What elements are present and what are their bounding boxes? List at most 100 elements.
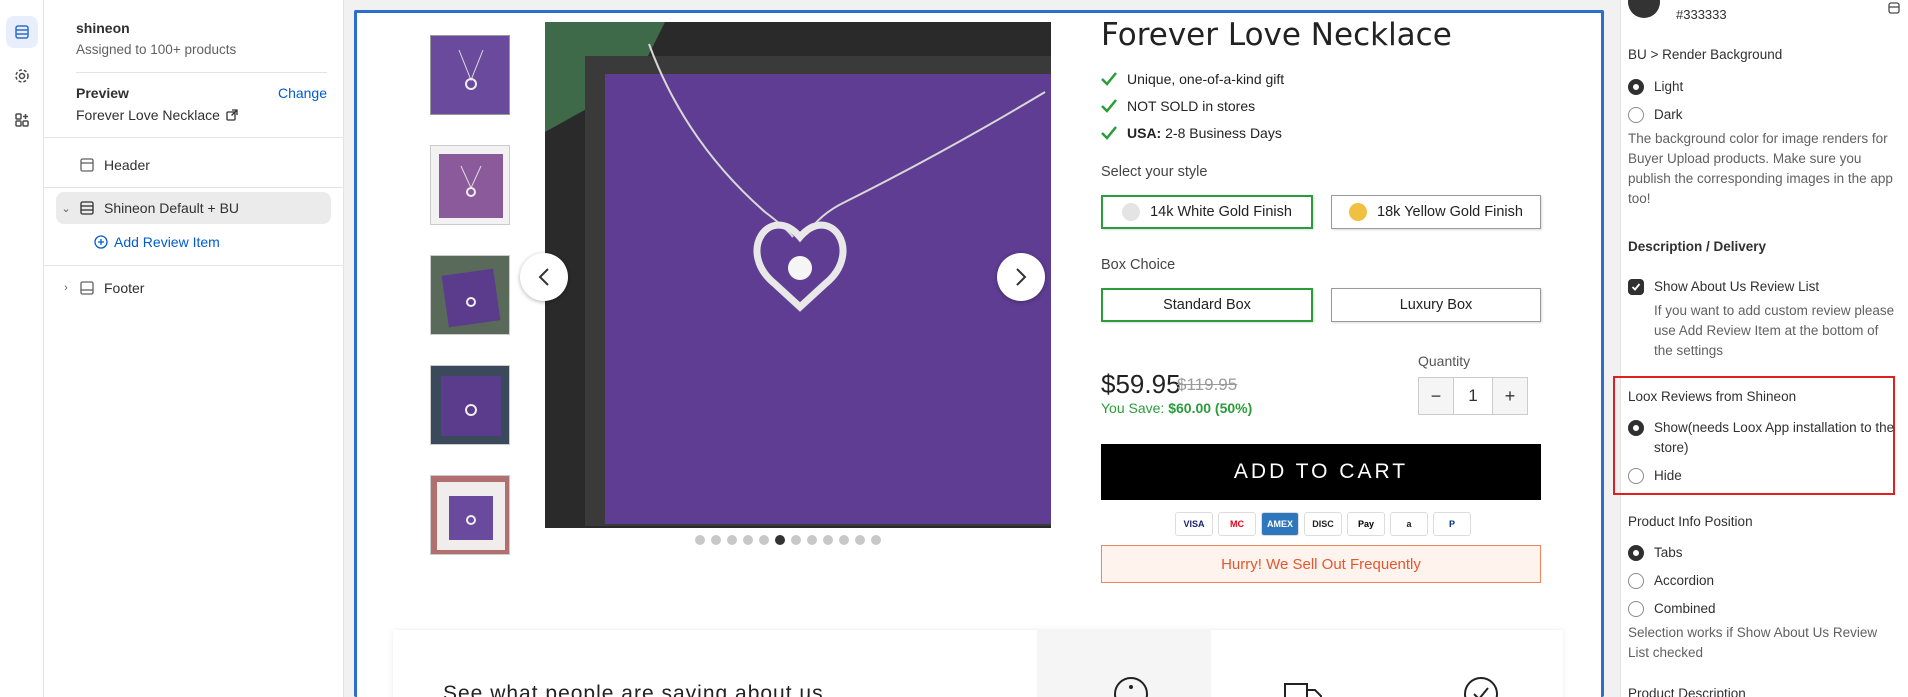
sidebar-item-label: Footer (104, 280, 145, 296)
product-thumbnail[interactable] (430, 365, 510, 445)
pagination-dot[interactable] (871, 535, 881, 545)
bullet-text: 2-8 Business Days (1161, 124, 1282, 141)
payment-method-icon: Pay (1347, 512, 1385, 536)
section-icon (76, 201, 98, 215)
bullet-item: NOT SOLD in stores (1101, 92, 1284, 119)
next-image-button[interactable] (997, 253, 1045, 301)
quantity-decrease-button[interactable]: − (1419, 378, 1453, 414)
sidebar-item-header[interactable]: Header (56, 149, 331, 181)
bullet-text: NOT SOLD in stores (1127, 97, 1256, 114)
apps-icon[interactable] (6, 104, 38, 136)
info-position-combined-radio[interactable]: Combined (1628, 599, 1716, 619)
info-position-accordion-radio[interactable]: Accordion (1628, 571, 1714, 591)
checkmark-icon (1101, 71, 1117, 86)
header-section-icon (76, 158, 98, 172)
radio-button[interactable] (1628, 468, 1644, 484)
sidebar-item-shineon-default[interactable]: ⌄ Shineon Default + BU (56, 192, 331, 224)
quantity-increase-button[interactable]: + (1493, 378, 1527, 414)
checkmark-icon (1101, 98, 1117, 113)
preview-label: Preview (76, 85, 129, 101)
product-thumbnail[interactable] (430, 35, 510, 115)
divider (44, 137, 343, 138)
app-block: shineon Assigned to 100+ products (76, 20, 236, 57)
pagination-dot[interactable] (759, 535, 769, 545)
render-bg-light-radio[interactable]: Light (1628, 77, 1683, 97)
radio-button[interactable] (1628, 545, 1644, 561)
previous-image-button[interactable] (520, 253, 568, 301)
show-about-us-checkbox[interactable]: Show About Us Review List (1628, 277, 1819, 297)
add-to-cart-button[interactable]: ADD TO CART (1101, 444, 1541, 500)
preview-product-name: Forever Love Necklace (76, 107, 220, 123)
box-option-luxury[interactable]: Luxury Box (1331, 288, 1541, 322)
quality-badge-icon (1464, 677, 1498, 697)
add-review-item-button[interactable]: Add Review Item (94, 234, 220, 250)
product-description-label: Product Description (1628, 686, 1746, 697)
checkbox[interactable] (1628, 279, 1644, 295)
bullet-item: USA: 2-8 Business Days (1101, 119, 1284, 146)
box-option-label: Standard Box (1163, 297, 1251, 313)
product-title: Forever Love Necklace (1101, 17, 1452, 53)
payment-icons: VISA MC AMEX DISC Pay a P (1175, 512, 1471, 536)
render-background-help: The background color for image renders f… (1628, 131, 1893, 206)
product-bullets: Unique, one-of-a-kind gift NOT SOLD in s… (1101, 65, 1284, 146)
pagination-dot[interactable] (727, 535, 737, 545)
add-review-item-label: Add Review Item (114, 234, 220, 250)
section-sidebar: shineon Assigned to 100+ products Previe… (44, 0, 344, 697)
color-picker-icon[interactable] (1888, 2, 1900, 14)
radio-button[interactable] (1628, 573, 1644, 589)
pagination-dot[interactable] (695, 535, 705, 545)
sidebar-item-label: Shineon Default + BU (104, 200, 240, 216)
delivery-truck-icon (1284, 683, 1322, 697)
pagination-dot[interactable] (823, 535, 833, 545)
pagination-dot[interactable] (855, 535, 865, 545)
quantity-stepper: − 1 + (1418, 377, 1528, 415)
style-option-white-gold[interactable]: 14k White Gold Finish (1101, 195, 1313, 229)
product-thumbnail[interactable] (430, 475, 510, 555)
pagination-dot[interactable] (711, 535, 721, 545)
reviews-section: See what people are saying about us (393, 630, 1563, 697)
radio-button[interactable] (1628, 107, 1644, 123)
settings-icon[interactable] (6, 60, 38, 92)
savings-amount: $60.00 (50%) (1168, 400, 1253, 416)
radio-label: Show(needs Loox App installation to the … (1654, 420, 1895, 455)
pagination-dot[interactable] (775, 535, 785, 545)
style-option-label: 18k Yellow Gold Finish (1377, 204, 1523, 220)
change-link[interactable]: Change (278, 85, 327, 101)
render-bg-dark-radio[interactable]: Dark (1628, 105, 1683, 125)
radio-label: Light (1654, 79, 1684, 94)
sidebar-item-footer[interactable]: › Footer (56, 272, 331, 304)
chevron-down-icon[interactable]: ⌄ (56, 202, 76, 215)
color-swatch[interactable] (1628, 0, 1660, 18)
pagination-dot[interactable] (743, 535, 753, 545)
quantity-input[interactable]: 1 (1453, 378, 1493, 414)
external-link-icon (226, 109, 238, 121)
product-price: $59.95 (1101, 369, 1181, 399)
footer-section-icon (76, 281, 98, 295)
sections-icon[interactable] (6, 16, 38, 48)
radio-button[interactable] (1628, 79, 1644, 95)
box-option-standard[interactable]: Standard Box (1101, 288, 1313, 322)
preview-frame: Forever Love Necklace Unique, one-of-a-k… (354, 10, 1604, 697)
radio-button[interactable] (1628, 601, 1644, 617)
style-option-yellow-gold[interactable]: 18k Yellow Gold Finish (1331, 195, 1541, 229)
product-thumbnail[interactable] (430, 255, 510, 335)
product-thumbnail[interactable] (430, 145, 510, 225)
urgency-banner: Hurry! We Sell Out Frequently (1101, 545, 1541, 583)
compare-at-price: $119.95 (1177, 375, 1238, 394)
payment-method-icon: DISC (1304, 512, 1342, 536)
bullet-bold-text: USA: (1127, 124, 1162, 141)
bullet-item: Unique, one-of-a-kind gift (1101, 65, 1284, 92)
loox-show-radio[interactable]: Show(needs Loox App installation to the … (1628, 418, 1898, 458)
info-position-help: Selection works if Show About Us Review … (1628, 625, 1878, 660)
style-option-label: 14k White Gold Finish (1150, 204, 1292, 220)
pagination-dot[interactable] (791, 535, 801, 545)
chevron-right-icon[interactable]: › (56, 282, 76, 294)
loox-hide-radio[interactable]: Hide (1628, 466, 1682, 486)
radio-button[interactable] (1628, 420, 1644, 436)
bullet-text: Unique, one-of-a-kind gift (1127, 70, 1285, 87)
plus-circle-icon (94, 235, 108, 249)
pagination-dot[interactable] (839, 535, 849, 545)
pagination-dot[interactable] (807, 535, 817, 545)
info-position-tabs-radio[interactable]: Tabs (1628, 543, 1683, 563)
preview-product-link[interactable]: Forever Love Necklace (76, 107, 238, 123)
